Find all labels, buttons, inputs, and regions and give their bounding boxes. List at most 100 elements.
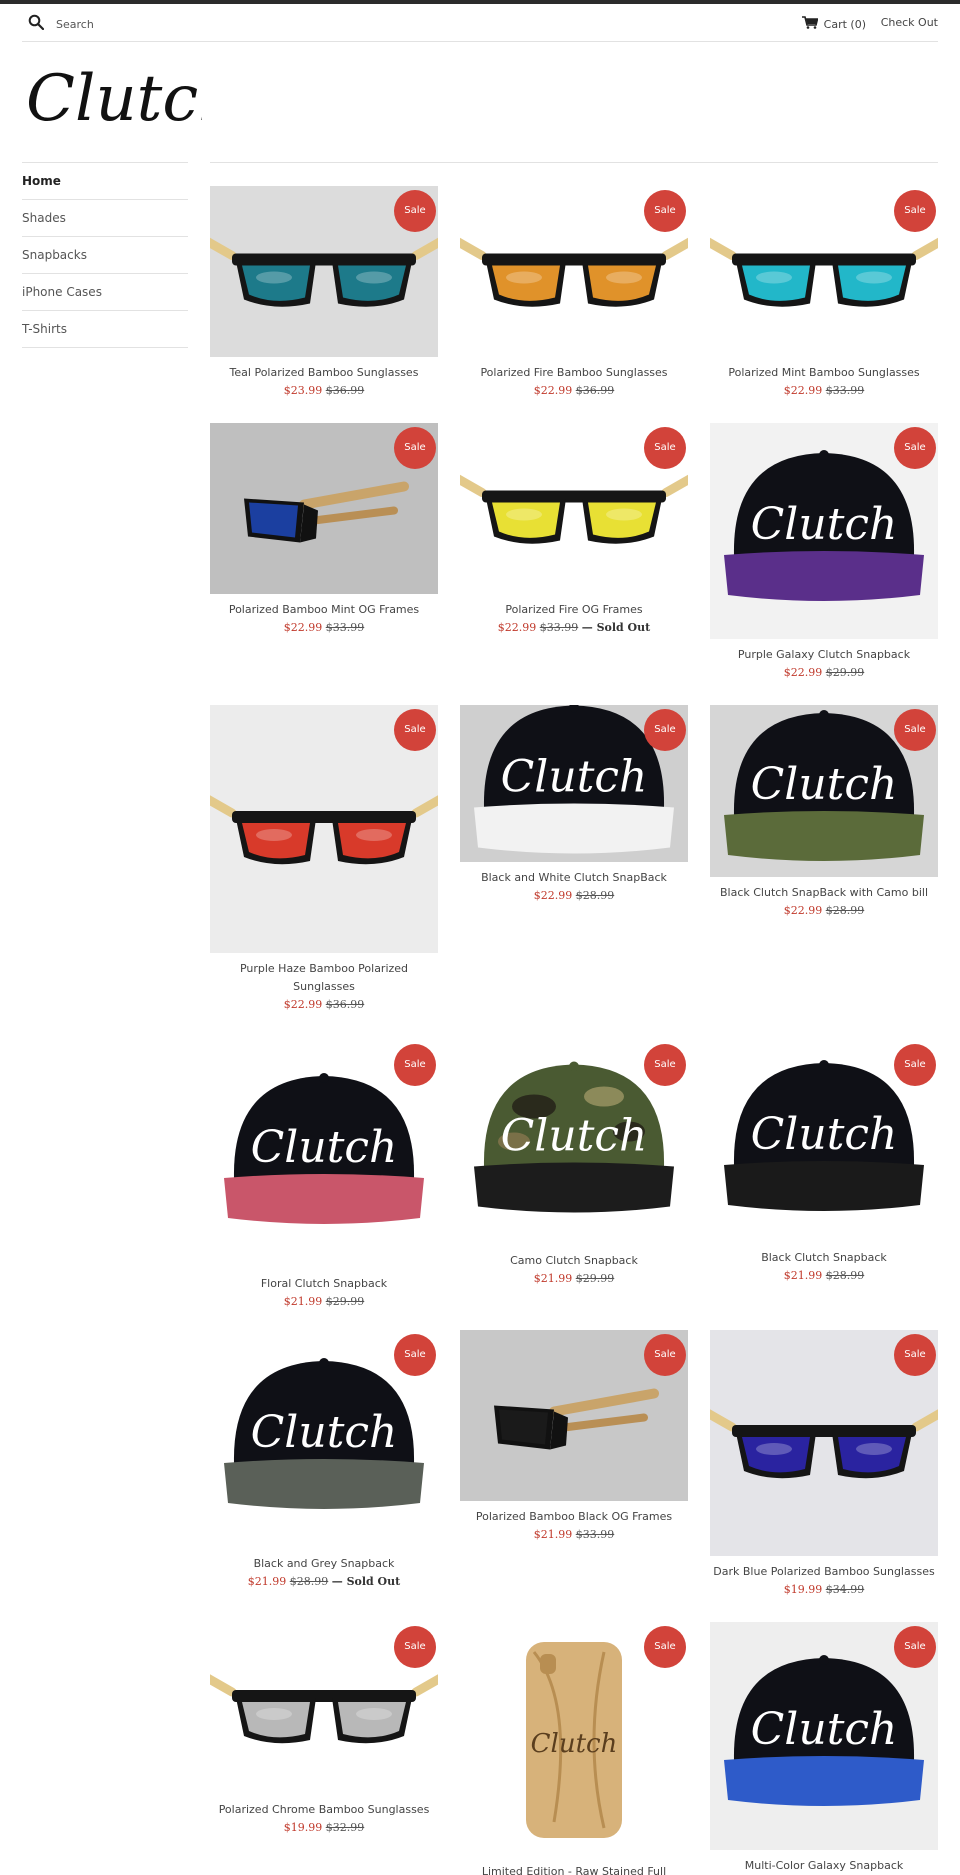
product-title[interactable]: Black and Grey Snapback: [210, 1555, 438, 1573]
sidebar-item-home[interactable]: Home: [22, 163, 188, 200]
sale-price: $21.99: [283, 1295, 323, 1308]
sold-out-label: — Sold Out: [581, 621, 651, 634]
product-card[interactable]: Clutch Sale Black Clutch SnapBack with Ca…: [710, 705, 938, 1005]
product-title[interactable]: Dark Blue Polarized Bamboo Sunglasses: [710, 1563, 938, 1581]
sale-badge: Sale: [644, 709, 686, 751]
search-bar: [28, 14, 256, 35]
sidebar-item-t-shirts[interactable]: T-Shirts: [22, 311, 188, 348]
product-card[interactable]: Clutch Sale Limited Edition - Raw Stained…: [460, 1622, 688, 1875]
price-line: $21.99 $28.99: [710, 1267, 938, 1285]
sale-price: $21.99: [783, 1269, 823, 1282]
price-line: $22.99 $33.99 — Sold Out: [460, 619, 688, 637]
logo[interactable]: Clutch: [22, 58, 239, 148]
sale-price: $23.99: [283, 384, 323, 397]
product-card[interactable]: Sale Polarized Fire OG Frames $22.99 $33.9…: [460, 423, 688, 723]
product-card[interactable]: Clutch Sale Black Clutch Snapback $21.99 $…: [710, 1040, 938, 1340]
search-input[interactable]: [56, 18, 256, 31]
product-title[interactable]: Purple Galaxy Clutch Snapback: [710, 646, 938, 664]
sale-price: $19.99: [283, 1821, 323, 1834]
logo-script: Clutch: [26, 62, 239, 136]
sale-badge: Sale: [894, 1626, 936, 1668]
product-card[interactable]: Sale Purple Haze Bamboo Polarized Sunglas…: [210, 705, 438, 1011]
product-card[interactable]: Clutch Sale Multi-Color Galaxy Snapback: [710, 1622, 938, 1875]
sale-badge: Sale: [894, 190, 936, 232]
compare-price: $36.99: [325, 998, 365, 1011]
compare-price: $28.99: [575, 889, 615, 902]
product-title[interactable]: Black Clutch Snapback: [710, 1249, 938, 1267]
product-info: Purple Galaxy Clutch Snapback $22.99 $29.…: [710, 646, 938, 682]
price-line: $21.99 $28.99 — Sold Out: [210, 1573, 438, 1591]
product-card[interactable]: Sale Dark Blue Polarized Bamboo Sunglasse…: [710, 1330, 938, 1630]
svg-text:Clutch: Clutch: [251, 1122, 398, 1173]
sale-badge: Sale: [894, 427, 936, 469]
product-card[interactable]: Clutch Sale Purple Galaxy Clutch Snapback…: [710, 423, 938, 723]
product-title[interactable]: Floral Clutch Snapback: [210, 1275, 438, 1293]
product-card[interactable]: Sale Polarized Chrome Bamboo Sunglasses $1…: [210, 1622, 438, 1875]
product-card[interactable]: Sale Polarized Bamboo Mint OG Frames $22.9…: [210, 423, 438, 723]
sale-badge: Sale: [394, 1334, 436, 1376]
product-title[interactable]: Black and White Clutch SnapBack: [460, 869, 688, 887]
product-info: Polarized Bamboo Black OG Frames $21.99 $…: [460, 1508, 688, 1544]
compare-price: $28.99: [825, 904, 865, 917]
product-card[interactable]: Clutch Sale Floral Clutch Snapback $21.99 …: [210, 1040, 438, 1340]
product-card[interactable]: Clutch Sale Black and White Clutch SnapBa…: [460, 705, 688, 1005]
sale-badge: Sale: [894, 709, 936, 751]
header: Cart (0) Check Out: [22, 4, 938, 42]
product-title[interactable]: Black Clutch SnapBack with Camo bill: [710, 884, 938, 902]
price-line: $21.99 $33.99: [460, 1526, 688, 1544]
sale-price: $22.99: [783, 904, 823, 917]
product-title[interactable]: Polarized Mint Bamboo Sunglasses: [710, 364, 938, 382]
product-title[interactable]: Polarized Chrome Bamboo Sunglasses: [210, 1801, 438, 1819]
sold-out-label: — Sold Out: [331, 1575, 401, 1588]
product-info: Polarized Bamboo Mint OG Frames $22.99 $3…: [210, 601, 438, 637]
product-card[interactable]: Clutch Sale Black and Grey Snapback $21.99…: [210, 1330, 438, 1630]
compare-price: $33.99: [539, 621, 579, 634]
product-info: Multi-Color Galaxy Snapback: [710, 1857, 938, 1875]
price-line: $23.99 $36.99: [210, 382, 438, 400]
svg-text:Clutch: Clutch: [751, 759, 898, 810]
sale-price: $22.99: [533, 889, 573, 902]
product-info: Polarized Fire Bamboo Sunglasses $22.99 $…: [460, 364, 688, 400]
product-title[interactable]: Polarized Bamboo Black OG Frames: [460, 1508, 688, 1526]
product-title[interactable]: Purple Haze Bamboo Polarized Sunglasses: [210, 960, 438, 996]
product-card[interactable]: Sale Polarized Bamboo Black OG Frames $21.…: [460, 1330, 688, 1630]
product-info: Camo Clutch Snapback $21.99 $29.99: [460, 1252, 688, 1288]
product-info: Purple Haze Bamboo Polarized Sunglasses $…: [210, 960, 438, 1014]
sale-price: $22.99: [783, 666, 823, 679]
sale-price: $21.99: [533, 1528, 573, 1541]
content-divider: [210, 162, 938, 163]
price-line: $22.99 $33.99: [710, 382, 938, 400]
sidebar-nav: Home Shades Snapbacks iPhone Cases T-Shirts: [22, 162, 188, 348]
search-icon[interactable]: [28, 14, 45, 35]
product-title[interactable]: Teal Polarized Bamboo Sunglasses: [210, 364, 438, 382]
product-info: Black and Grey Snapback $21.99 $28.99 — S…: [210, 1555, 438, 1591]
cart-link[interactable]: Cart (0): [801, 16, 866, 32]
product-title[interactable]: Multi-Color Galaxy Snapback: [710, 1857, 938, 1875]
product-card[interactable]: Clutch Sale Camo Clutch Snapback $21.99 $2…: [460, 1040, 688, 1340]
checkout-link[interactable]: Check Out: [881, 16, 938, 29]
product-info: Polarized Chrome Bamboo Sunglasses $19.99…: [210, 1801, 438, 1837]
price-line: $22.99 $33.99: [210, 619, 438, 637]
sidebar-item-iphone-cases[interactable]: iPhone Cases: [22, 274, 188, 311]
product-title[interactable]: Limited Edition - Raw Stained Full: [460, 1863, 688, 1875]
sale-price: $22.99: [497, 621, 537, 634]
product-info: Floral Clutch Snapback $21.99 $29.99: [210, 1275, 438, 1311]
product-title[interactable]: Polarized Bamboo Mint OG Frames: [210, 601, 438, 619]
sidebar-item-shades[interactable]: Shades: [22, 200, 188, 237]
product-title[interactable]: Camo Clutch Snapback: [460, 1252, 688, 1270]
price-line: $19.99 $34.99: [710, 1581, 938, 1599]
product-title[interactable]: Polarized Fire OG Frames: [460, 601, 688, 619]
svg-text:Clutch: Clutch: [501, 1111, 648, 1162]
sale-badge: Sale: [394, 1626, 436, 1668]
compare-price: $36.99: [325, 384, 365, 397]
product-title[interactable]: Polarized Fire Bamboo Sunglasses: [460, 364, 688, 382]
price-line: $22.99 $28.99: [460, 887, 688, 905]
sale-price: $22.99: [533, 384, 573, 397]
price-line: $22.99 $36.99: [210, 996, 438, 1014]
svg-text:Clutch: Clutch: [501, 752, 648, 803]
sale-badge: Sale: [394, 1044, 436, 1086]
sidebar-item-snapbacks[interactable]: Snapbacks: [22, 237, 188, 274]
compare-price: $33.99: [825, 384, 865, 397]
price-line: $21.99 $29.99: [460, 1270, 688, 1288]
price-line: $19.99 $32.99: [210, 1819, 438, 1837]
